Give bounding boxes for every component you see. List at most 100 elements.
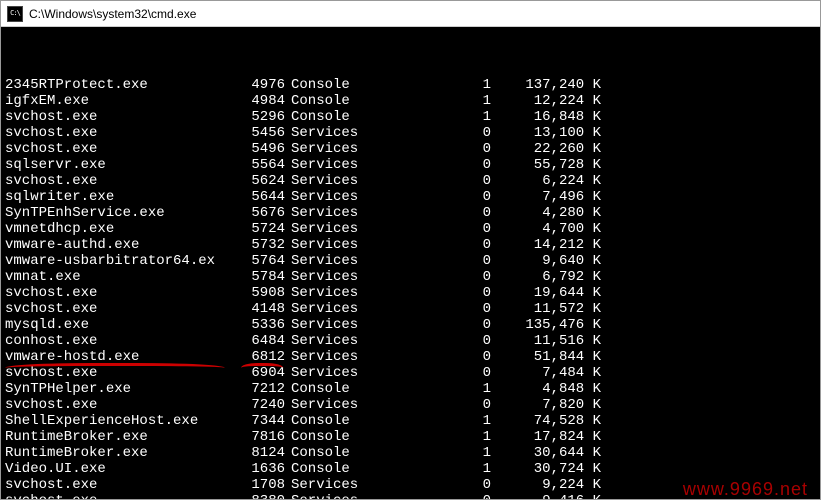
process-pid: 4976 xyxy=(235,77,285,93)
process-row: vmnetdhcp.exe5724Services04,700 K xyxy=(5,221,816,237)
process-name: svchost.exe xyxy=(5,301,235,317)
process-memory: 9,224 K xyxy=(491,477,601,493)
process-pid: 5908 xyxy=(235,285,285,301)
process-name: svchost.exe xyxy=(5,109,235,125)
process-memory: 135,476 K xyxy=(491,317,601,333)
process-pid: 5496 xyxy=(235,141,285,157)
process-session: Services xyxy=(285,189,431,205)
process-session-num: 1 xyxy=(431,93,491,109)
process-pid: 5336 xyxy=(235,317,285,333)
process-session-num: 1 xyxy=(431,381,491,397)
process-memory: 11,516 K xyxy=(491,333,601,349)
process-pid: 5784 xyxy=(235,269,285,285)
process-pid: 8380 xyxy=(235,493,285,499)
process-memory: 13,100 K xyxy=(491,125,601,141)
process-session-num: 0 xyxy=(431,333,491,349)
process-session-num: 0 xyxy=(431,189,491,205)
process-memory: 7,484 K xyxy=(491,365,601,381)
process-memory: 137,240 K xyxy=(491,77,601,93)
process-session-num: 1 xyxy=(431,429,491,445)
process-memory: 55,728 K xyxy=(491,157,601,173)
process-row: svchost.exe1708Services09,224 K xyxy=(5,477,816,493)
process-memory: 7,496 K xyxy=(491,189,601,205)
process-pid: 6484 xyxy=(235,333,285,349)
process-name: mysqld.exe xyxy=(5,317,235,333)
process-session-num: 0 xyxy=(431,157,491,173)
process-session-num: 0 xyxy=(431,477,491,493)
process-name: ShellExperienceHost.exe xyxy=(5,413,235,429)
process-session-num: 0 xyxy=(431,253,491,269)
process-name: svchost.exe xyxy=(5,125,235,141)
process-session-num: 1 xyxy=(431,109,491,125)
process-name: sqlwriter.exe xyxy=(5,189,235,205)
terminal-output[interactable]: 2345RTProtect.exe4976Console1137,240 Kig… xyxy=(1,27,820,499)
process-session: Console xyxy=(285,461,431,477)
process-name: RuntimeBroker.exe xyxy=(5,429,235,445)
process-session-num: 0 xyxy=(431,493,491,499)
process-name: svchost.exe xyxy=(5,493,235,499)
process-session: Services xyxy=(285,301,431,317)
process-session: Console xyxy=(285,413,431,429)
process-memory: 74,528 K xyxy=(491,413,601,429)
process-session: Services xyxy=(285,221,431,237)
process-session-num: 0 xyxy=(431,221,491,237)
process-memory: 4,280 K xyxy=(491,205,601,221)
process-name: igfxEM.exe xyxy=(5,93,235,109)
process-row: svchost.exe5908Services019,644 K xyxy=(5,285,816,301)
process-pid: 5296 xyxy=(235,109,285,125)
process-memory: 6,792 K xyxy=(491,269,601,285)
process-row: ShellExperienceHost.exe7344Console174,52… xyxy=(5,413,816,429)
process-pid: 7816 xyxy=(235,429,285,445)
process-memory: 7,820 K xyxy=(491,397,601,413)
process-row: 2345RTProtect.exe4976Console1137,240 K xyxy=(5,77,816,93)
process-name: vmnat.exe xyxy=(5,269,235,285)
process-memory: 30,724 K xyxy=(491,461,601,477)
process-session: Console xyxy=(285,429,431,445)
process-pid: 5676 xyxy=(235,205,285,221)
process-name: vmnetdhcp.exe xyxy=(5,221,235,237)
process-session-num: 0 xyxy=(431,173,491,189)
process-session-num: 0 xyxy=(431,285,491,301)
window-title: C:\Windows\system32\cmd.exe xyxy=(29,7,196,21)
process-row: vmware-usbarbitrator64.ex5764Services09,… xyxy=(5,253,816,269)
process-session: Console xyxy=(285,109,431,125)
process-name: RuntimeBroker.exe xyxy=(5,445,235,461)
process-row: SynTPHelper.exe7212Console14,848 K xyxy=(5,381,816,397)
process-row: mysqld.exe5336Services0135,476 K xyxy=(5,317,816,333)
process-memory: 4,848 K xyxy=(491,381,601,397)
process-session: Services xyxy=(285,477,431,493)
process-pid: 5764 xyxy=(235,253,285,269)
process-session: Services xyxy=(285,125,431,141)
process-pid: 7240 xyxy=(235,397,285,413)
process-pid: 5624 xyxy=(235,173,285,189)
process-name: svchost.exe xyxy=(5,397,235,413)
process-pid: 5644 xyxy=(235,189,285,205)
process-session: Services xyxy=(285,397,431,413)
process-name: vmware-usbarbitrator64.ex xyxy=(5,253,235,269)
process-session: Services xyxy=(285,205,431,221)
process-session: Services xyxy=(285,269,431,285)
process-pid: 6904 xyxy=(235,365,285,381)
title-bar[interactable]: C:\ C:\Windows\system32\cmd.exe xyxy=(1,1,820,27)
process-name: vmware-authd.exe xyxy=(5,237,235,253)
process-memory: 4,700 K xyxy=(491,221,601,237)
process-memory: 12,224 K xyxy=(491,93,601,109)
process-session: Console xyxy=(285,445,431,461)
process-pid: 8124 xyxy=(235,445,285,461)
process-memory: 17,824 K xyxy=(491,429,601,445)
process-session-num: 0 xyxy=(431,205,491,221)
process-row: igfxEM.exe4984Console112,224 K xyxy=(5,93,816,109)
process-name: svchost.exe xyxy=(5,141,235,157)
process-session-num: 0 xyxy=(431,125,491,141)
process-session: Services xyxy=(285,365,431,381)
process-row: svchost.exe7240Services07,820 K xyxy=(5,397,816,413)
process-session-num: 0 xyxy=(431,237,491,253)
process-session: Services xyxy=(285,237,431,253)
process-row: svchost.exe5496Services022,260 K xyxy=(5,141,816,157)
process-session: Services xyxy=(285,493,431,499)
process-session-num: 1 xyxy=(431,445,491,461)
process-memory: 19,644 K xyxy=(491,285,601,301)
process-session: Services xyxy=(285,173,431,189)
process-memory: 6,224 K xyxy=(491,173,601,189)
process-row: vmware-authd.exe5732Services014,212 K xyxy=(5,237,816,253)
